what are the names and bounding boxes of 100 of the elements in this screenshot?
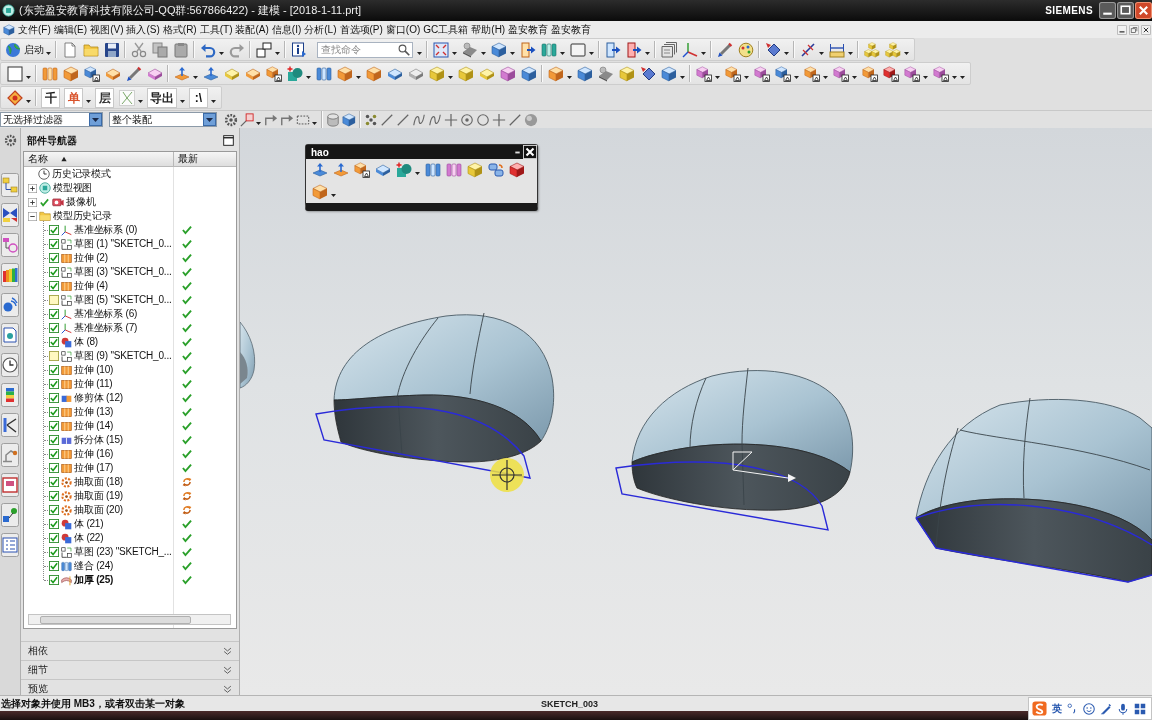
caret-icon[interactable] (645, 51, 650, 55)
glyph-button[interactable]: 单 (64, 87, 83, 108)
caret-icon[interactable] (275, 51, 280, 55)
checkbox[interactable] (49, 337, 59, 347)
line-icon[interactable] (508, 112, 522, 127)
menu-item[interactable]: 装配(A) (235, 22, 269, 37)
caret-icon[interactable] (701, 51, 706, 55)
cube-badge-icon[interactable] (353, 162, 370, 178)
caret-icon[interactable] (560, 51, 565, 55)
minimize-icon[interactable] (1117, 24, 1127, 35)
caret-icon[interactable] (193, 75, 198, 79)
graphics-viewport[interactable]: hao (240, 128, 1152, 695)
checkbox[interactable] (49, 309, 59, 319)
tree-item[interactable]: 修剪体 (12) (74, 391, 123, 405)
punctuation-icon[interactable] (1067, 703, 1078, 714)
tree-item[interactable]: 加厚 (25) (74, 573, 114, 587)
pencil-icon[interactable] (716, 41, 733, 58)
maximize-icon[interactable] (1117, 2, 1134, 19)
maximize-icon[interactable] (223, 135, 234, 146)
axes-icon[interactable] (681, 41, 698, 58)
checkbox[interactable] (49, 575, 59, 585)
gear-icon[interactable] (224, 112, 238, 127)
tree-item[interactable]: 缝合 (24) (74, 559, 114, 573)
caret-icon[interactable] (744, 75, 749, 79)
plane-sphere-icon[interactable] (597, 65, 614, 82)
caret-icon[interactable] (715, 75, 720, 79)
tree-item[interactable]: 体 (22) (74, 531, 104, 545)
diamond-arrow-icon[interactable] (764, 41, 781, 58)
checkbox[interactable] (49, 533, 59, 543)
caret-icon[interactable] (312, 121, 317, 125)
checkbox[interactable] (49, 519, 59, 529)
cube-icon[interactable] (365, 65, 382, 82)
menu-item[interactable]: 信息(I) (271, 22, 302, 37)
caret-icon[interactable] (510, 51, 515, 55)
cube-badge-icon[interactable] (803, 65, 820, 82)
caret-icon[interactable] (219, 51, 224, 55)
robot-arm-icon[interactable] (1, 443, 19, 467)
checkbox[interactable] (49, 435, 59, 445)
menu-item[interactable]: 编辑(E) (53, 22, 88, 37)
menu-item[interactable]: 帮助(H) (471, 22, 506, 37)
fit-view-icon[interactable] (432, 41, 449, 58)
cube-icon[interactable] (62, 65, 79, 82)
tree-item[interactable]: 模型视图 (53, 181, 93, 195)
windows-icon[interactable] (255, 41, 272, 58)
cube-badge-icon[interactable] (932, 65, 949, 82)
chevron-icon[interactable] (223, 665, 232, 675)
caret-icon[interactable] (415, 172, 420, 175)
door-arrow-icon[interactable] (625, 41, 642, 58)
clipboard-icon[interactable] (172, 41, 189, 58)
pencil-icon[interactable] (125, 65, 142, 82)
cube-icon[interactable] (342, 112, 356, 127)
checkbox[interactable] (49, 393, 59, 403)
undo-icon[interactable] (199, 41, 216, 58)
palette-icon[interactable] (737, 41, 754, 58)
tree-item[interactable]: 抽取面 (19) (74, 489, 123, 503)
diamond-icon[interactable] (6, 89, 23, 106)
square-circle-link-icon[interactable] (1, 233, 19, 257)
columns-icon[interactable] (41, 65, 58, 82)
glyph-button[interactable]: 层 (95, 87, 114, 108)
start-button[interactable]: 启动 (4, 41, 45, 58)
checkbox[interactable] (49, 491, 59, 501)
line-icon[interactable] (396, 112, 410, 127)
checkbox[interactable] (49, 281, 59, 291)
frame-icon[interactable] (1, 473, 19, 497)
scissors-icon[interactable] (130, 41, 147, 58)
target-icon[interactable] (460, 112, 474, 127)
cube-badge-icon[interactable] (882, 65, 899, 82)
caret-icon[interactable] (589, 51, 594, 55)
tree-item[interactable]: 拉伸 (13) (74, 405, 114, 419)
layers-icon[interactable] (660, 41, 677, 58)
line-square-icon[interactable] (240, 112, 254, 127)
checkbox[interactable] (49, 421, 59, 431)
minimize-icon[interactable] (1099, 2, 1116, 19)
tree-item[interactable]: 摄像机 (66, 195, 96, 209)
cube-icon[interactable] (520, 65, 537, 82)
cube-badge-icon[interactable] (83, 65, 100, 82)
checkbox[interactable] (49, 547, 59, 557)
plate-arrow-icon[interactable] (311, 162, 328, 178)
cube-badge-icon[interactable] (724, 65, 741, 82)
tree-item[interactable]: 草图 (9) "SKETCH_0... (74, 349, 172, 363)
filter-dropdown[interactable]: 无选择过滤器 (0, 112, 103, 127)
tree-item[interactable]: 历史记录模式 (52, 167, 111, 181)
plate-arrow-icon[interactable] (173, 65, 190, 82)
caret-icon[interactable] (567, 75, 572, 79)
document-icon[interactable] (1, 323, 19, 347)
checkbox[interactable] (49, 267, 59, 277)
caret-icon[interactable] (26, 75, 31, 79)
list-icon[interactable] (1, 533, 19, 557)
connected-shapes-icon[interactable] (1, 503, 19, 527)
cube-badge-icon[interactable] (774, 65, 791, 82)
caret-icon[interactable] (256, 121, 261, 125)
tree-item[interactable]: 拉伸 (2) (74, 251, 108, 265)
tree-item[interactable]: 拉伸 (10) (74, 363, 114, 377)
restore-icon[interactable] (1129, 24, 1139, 35)
circle-icon[interactable] (476, 112, 490, 127)
chevron-icon[interactable] (223, 646, 232, 656)
collapse-icon[interactable] (28, 211, 37, 221)
menu-item[interactable]: 视图(V) (90, 22, 124, 37)
info-icon[interactable] (290, 41, 307, 58)
checkbox[interactable] (49, 365, 59, 375)
